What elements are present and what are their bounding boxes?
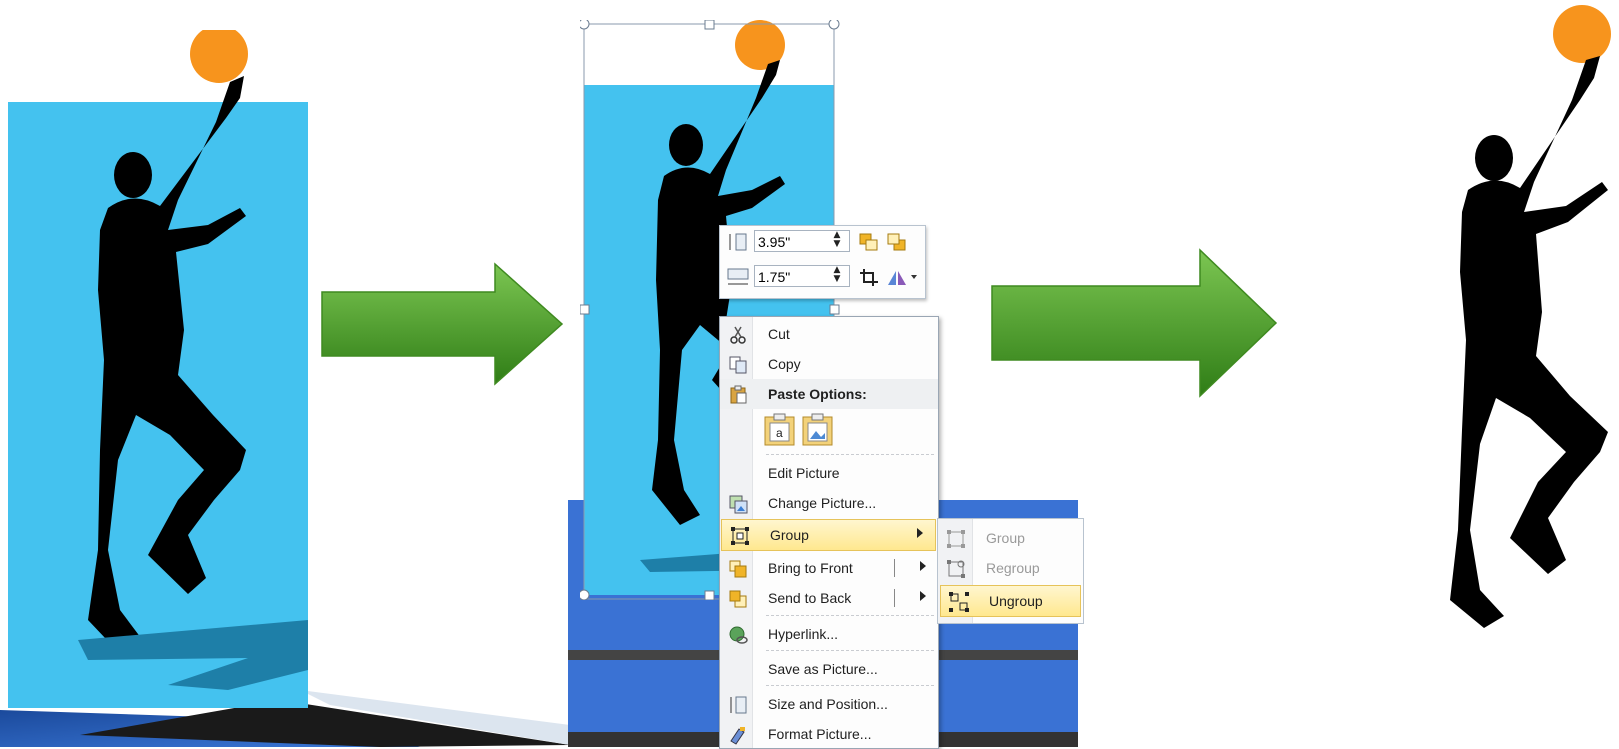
group-icon [731,527,749,545]
menu-item-label: Format Picture... [768,726,872,742]
menu-item-label: Bring to Front [768,560,853,576]
menu-item-size-and-position[interactable]: Size and Position... [720,689,938,719]
scissors-icon [730,326,746,344]
copy-icon [729,356,747,374]
crop-icon[interactable] [858,267,880,287]
height-spinner[interactable]: ▲ ▼ [830,231,844,251]
menu-item-group[interactable]: Group [721,519,936,551]
submenu-item-ungroup[interactable]: Ungroup [940,585,1081,617]
basketball [1553,5,1611,63]
menu-item-format-picture[interactable]: Format Picture... [720,719,938,748]
send-backward-icon[interactable] [886,232,908,252]
menu-item-change-picture[interactable]: Change Picture... [720,488,938,518]
width-spinner[interactable]: ▲ ▼ [830,266,844,286]
menu-item-label: Edit Picture [768,465,840,481]
bring-forward-icon[interactable] [858,232,880,252]
menu-item-label: Send to Back [768,590,852,606]
bring-to-front-icon [729,560,747,578]
resize-handle[interactable] [580,589,590,600]
original-picture[interactable] [8,30,308,710]
resize-handle[interactable] [829,304,840,315]
menu-item-send-to-back[interactable]: Send to Back [720,583,938,613]
group-submenu: Group Regroup Ungroup [937,518,1084,624]
right-arrow-2 [991,248,1278,398]
menu-item-hyperlink[interactable]: Hyperlink... [720,619,938,649]
resize-handle[interactable] [580,20,590,30]
ungrouped-picture[interactable] [1410,0,1619,640]
format-picture-icon [730,727,745,745]
right-arrow-1 [321,262,564,386]
resize-handle[interactable] [704,590,715,600]
menu-item-cut[interactable]: Cut [720,319,938,349]
submenu-arrow-icon[interactable] [920,561,926,571]
menu-item-label: Save as Picture... [768,661,878,677]
basketball [190,30,248,83]
menu-item-label: Paste Options: [768,386,867,402]
menu-item-edit-picture[interactable]: Edit Picture [720,458,938,488]
width-icon [727,268,749,285]
regroup-icon [947,560,965,578]
menu-item-save-as-picture[interactable]: Save as Picture... [720,654,938,684]
menu-item-label: Size and Position... [768,696,888,712]
resize-handle[interactable] [828,20,840,30]
submenu-item-label: Group [986,530,1025,546]
svg-text:a: a [776,426,783,440]
submenu-item-regroup[interactable]: Regroup [938,553,1083,583]
submenu-item-label: Regroup [986,560,1040,576]
menu-item-label: Change Picture... [768,495,877,511]
submenu-item-label: Ungroup [989,593,1043,609]
ungroup-icon [949,592,969,612]
size-position-icon [730,696,747,714]
mini-toolbar: 3.95" ▲ ▼ 1.75" ▲ ▼ [719,225,926,299]
menu-item-label: Copy [768,356,801,372]
menu-item-label: Group [770,527,809,543]
submenu-arrow-icon [917,528,923,538]
change-picture-icon [729,495,748,514]
send-to-back-icon [729,590,747,608]
player-silhouette [1450,56,1608,628]
paste-options-header: Paste Options: [720,379,938,409]
rotate-icon[interactable] [884,267,920,287]
resize-handle[interactable] [704,20,715,30]
height-icon [729,233,747,251]
menu-item-copy[interactable]: Copy [720,349,938,379]
hyperlink-icon [729,626,748,644]
clipboard-icon [730,385,747,404]
menu-item-bring-to-front[interactable]: Bring to Front [720,553,938,583]
paste-as-picture-icon[interactable] [802,413,834,447]
paste-keep-text-icon[interactable]: a [764,413,796,447]
submenu-item-group[interactable]: Group [938,523,1083,553]
resize-handle[interactable] [580,304,590,315]
context-menu: Cut Copy Paste Options: a Edit Picture C… [719,316,939,749]
menu-item-label: Hyperlink... [768,626,839,642]
group-icon [947,530,965,548]
submenu-arrow-icon[interactable] [920,591,926,601]
menu-item-label: Cut [768,326,790,342]
